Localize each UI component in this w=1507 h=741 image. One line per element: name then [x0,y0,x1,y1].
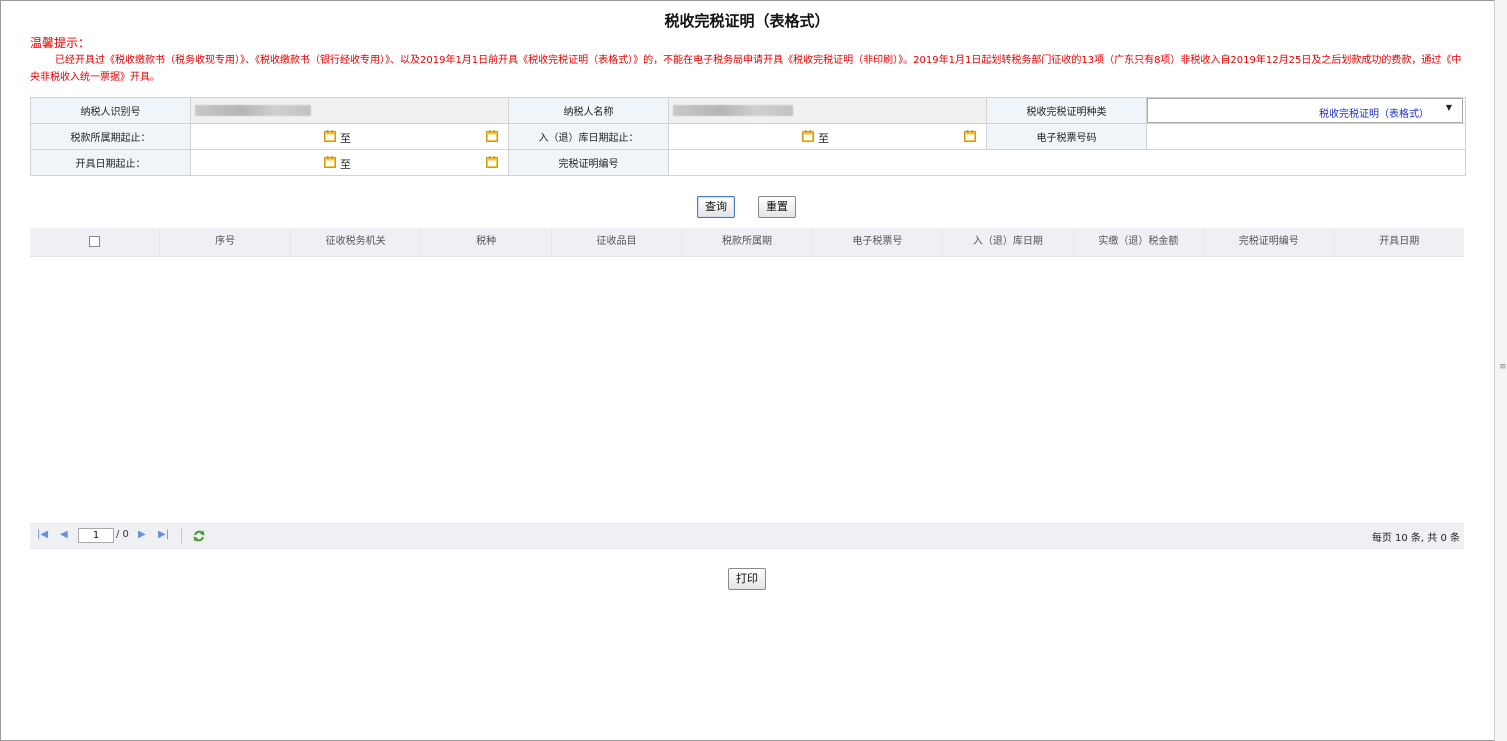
col-header: 入（退）库日期 [943,228,1074,256]
issue-date-range: 至 [190,149,509,176]
cert-type-label: 税收完税证明种类 [986,97,1147,124]
next-page-icon[interactable]: ▶ [138,529,146,540]
in-out-date-range: 至 [668,123,987,150]
first-page-icon[interactable]: |◀ [37,529,48,540]
cert-no-label: 完税证明编号 [508,149,669,176]
range-separator: 至 [340,158,351,171]
col-header: 开具日期 [1379,236,1420,247]
col-header: 实缴（退）税金额 [1074,228,1205,256]
page-title: 税收完税证明（表格式） [664,12,830,30]
col-header: 完税证明编号 [1204,228,1335,256]
calendar-icon[interactable] [486,156,498,168]
vertical-scrollbar[interactable]: ≡ [1494,0,1507,741]
cert-type-cell: 税收完税证明（表格式） ▼ [1146,97,1466,124]
prev-page-icon[interactable]: ◀ [60,529,68,540]
e-ticket-input[interactable] [1146,123,1466,150]
redacted-value [195,104,311,116]
col-header: 征收品目 [552,228,683,256]
reset-button[interactable]: 重置 [758,196,796,218]
checkbox-icon[interactable] [89,235,101,247]
query-button[interactable]: 查询 [697,196,735,218]
taxpayer-id-label: 纳税人识别号 [30,97,191,124]
print-button[interactable]: 打印 [728,568,766,590]
range-separator: 至 [340,132,351,145]
calendar-icon[interactable] [802,130,814,142]
page-number-input[interactable]: 1 [78,528,114,543]
notice-heading: 温馨提示： [30,36,91,50]
refresh-icon[interactable] [192,529,206,543]
calendar-icon[interactable] [324,156,336,168]
total-pages: / 0 [116,529,129,540]
pager-divider [181,528,182,543]
query-form: 纳税人识别号 纳税人名称 税收完税证明种类 税收完税证明（表格式） ▼ 税款所属… [30,97,1466,176]
grid-header: 序号 征收税务机关 税种 征收品目 税款所属期 电子税票号 入（退）库日期 实缴… [30,228,1464,257]
redacted-value [673,104,793,116]
cert-type-select[interactable]: 税收完税证明（表格式） ▼ [1147,98,1463,123]
notice-text: 已经开具过《税收缴款书（税务收现专用）》、《税收缴款书（银行经收专用）》、以及2… [30,55,1462,83]
calendar-icon[interactable] [964,130,976,142]
tax-period-label: 税款所属期起止： [30,123,191,150]
issue-date-label: 开具日期起止： [30,149,191,176]
scrollbar-grip-icon[interactable]: ≡ [1499,362,1507,372]
cert-no-input[interactable] [668,149,1466,176]
range-separator: 至 [818,132,829,145]
taxpayer-name-field [668,97,987,124]
dropdown-arrow-icon[interactable]: ▼ [1446,103,1452,112]
col-header: 征收税务机关 [291,228,422,256]
col-header: 税款所属期 [682,228,813,256]
pagination-bar: |◀ ◀ 1 / 0 ▶ ▶| 每页 10 条, 共 0 条 [30,523,1464,549]
taxpayer-name-label: 纳税人名称 [508,97,669,124]
in-out-date-label: 入（退）库日期起止： [508,123,669,150]
e-ticket-label: 电子税票号码 [986,123,1147,150]
col-header: 电子税票号 [813,228,944,256]
taxpayer-id-field [190,97,509,124]
col-header: 税种 [421,228,552,256]
col-header: 序号 [160,228,291,256]
last-page-icon[interactable]: ▶| [158,529,169,540]
select-all-cell [30,228,161,256]
calendar-icon[interactable] [486,130,498,142]
calendar-icon[interactable] [324,130,336,142]
page-info: 每页 10 条, 共 0 条 [1371,533,1460,544]
cert-type-value: 税收完税证明（表格式） [1319,109,1429,120]
tax-period-range: 至 [190,123,509,150]
